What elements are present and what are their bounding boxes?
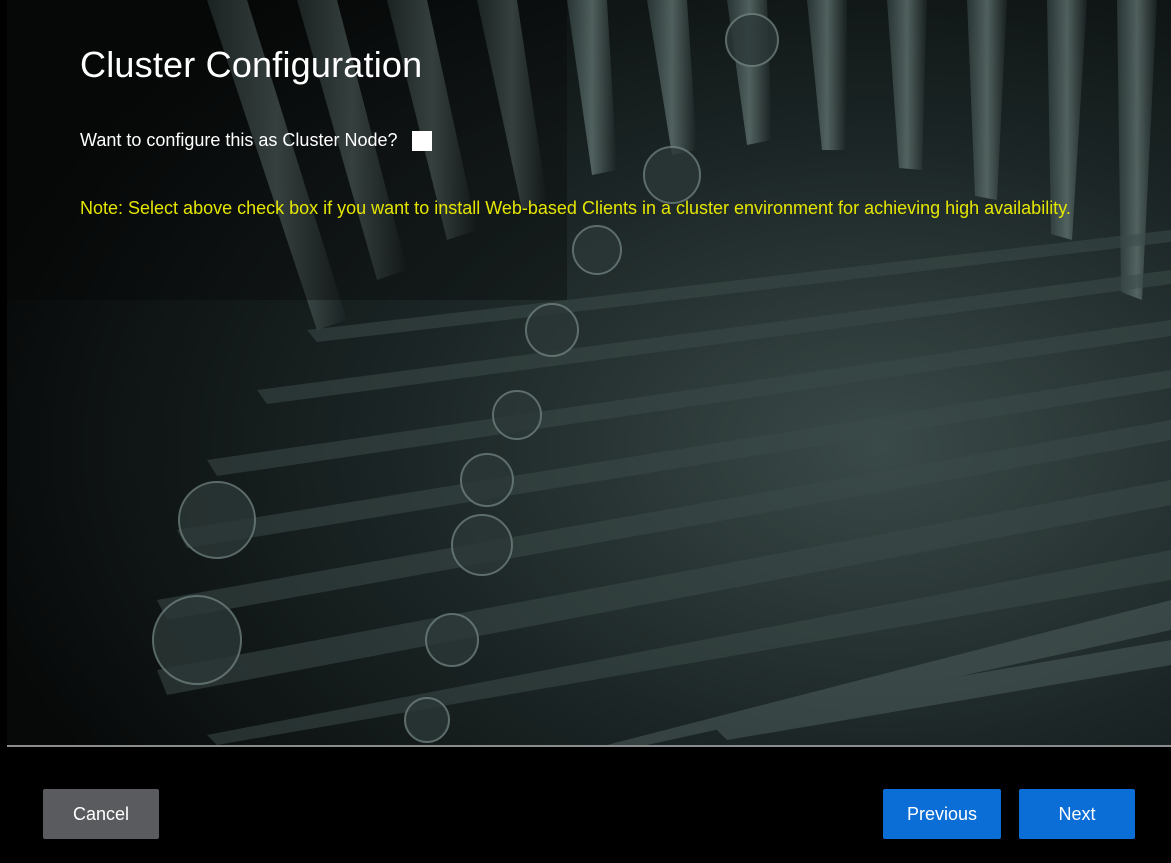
cluster-note: Note: Select above check box if you want… (80, 198, 1071, 218)
cluster-node-option: Want to configure this as Cluster Node? (80, 130, 432, 151)
installer-window: Cluster Configuration Want to configure … (0, 0, 1171, 863)
cancel-button[interactable]: Cancel (43, 789, 159, 839)
page-title: Cluster Configuration (80, 44, 423, 85)
previous-button[interactable]: Previous (883, 789, 1001, 839)
cluster-node-label: Want to configure this as Cluster Node? (80, 130, 398, 150)
cluster-node-checkbox[interactable] (411, 130, 432, 151)
footer-divider (7, 745, 1171, 747)
background-turbine-image: Cluster Configuration Want to configure … (7, 0, 1171, 745)
turbine-background-graphic (7, 0, 1171, 745)
next-button[interactable]: Next (1019, 789, 1135, 839)
